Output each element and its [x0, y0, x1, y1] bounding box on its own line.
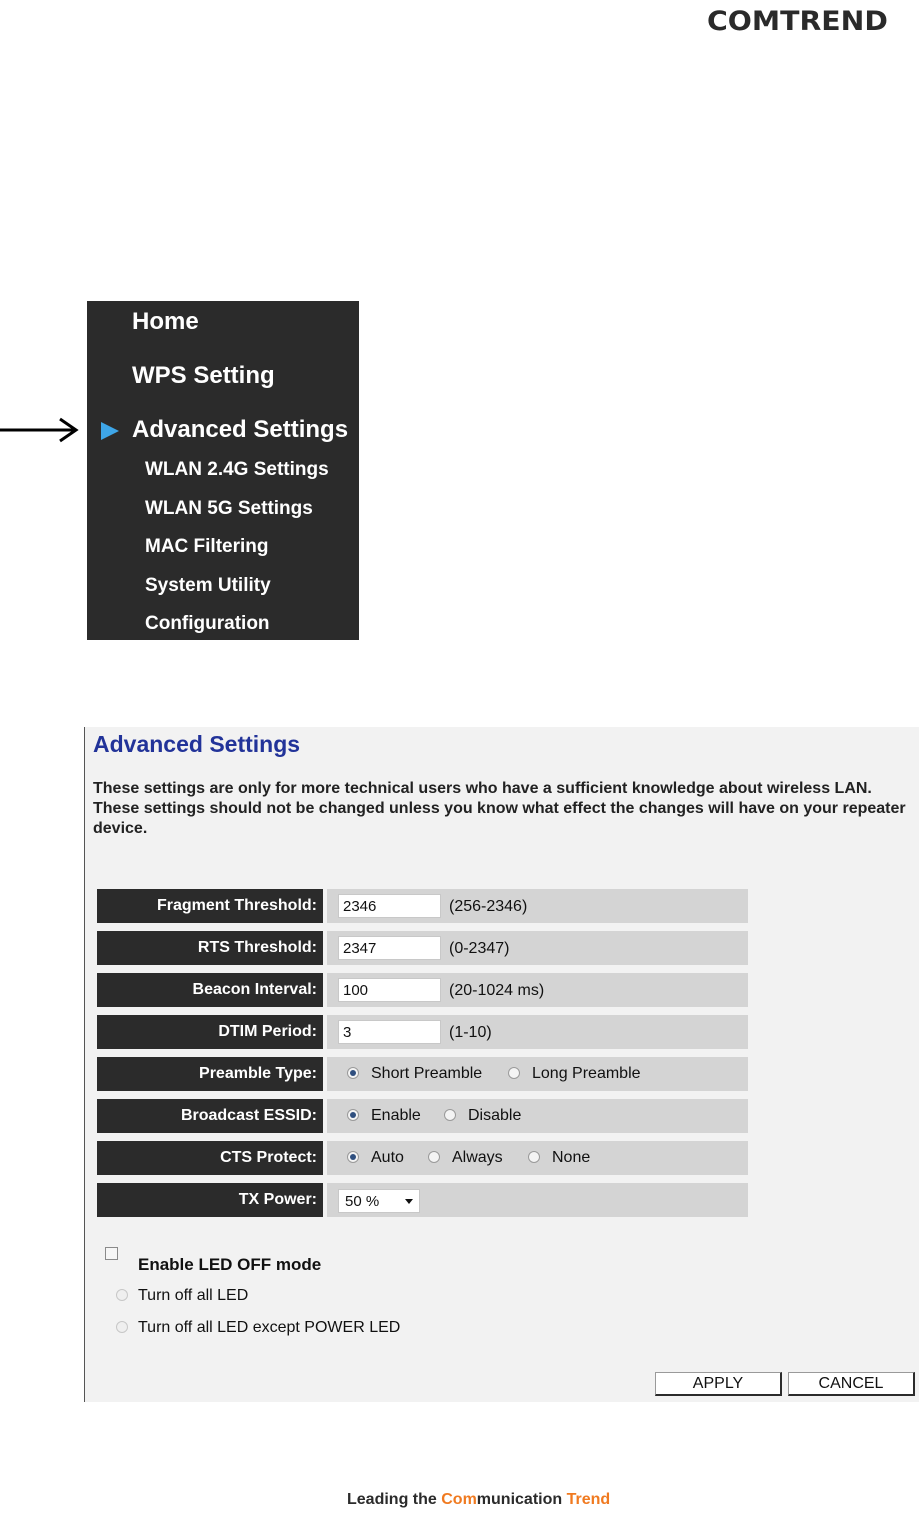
- tx-power-value: 50 %: [345, 1193, 380, 1210]
- fragment-threshold-row: Fragment Threshold: (256-2346): [97, 889, 748, 923]
- beacon-interval-input[interactable]: [338, 978, 441, 1002]
- rts-threshold-range: (0-2347): [449, 940, 510, 957]
- turn-off-except-power-led-label: Turn off all LED except POWER LED: [138, 1319, 401, 1336]
- sidebar-item-configuration[interactable]: Configuration: [145, 613, 270, 635]
- dtim-period-range: (1-10): [449, 1024, 492, 1041]
- beacon-interval-range: (20-1024 ms): [449, 982, 545, 999]
- cancel-button[interactable]: CANCEL: [788, 1372, 915, 1396]
- apply-button[interactable]: APPLY: [655, 1372, 782, 1396]
- fragment-threshold-range: (256-2346): [449, 898, 528, 915]
- cts-protect-row: CTS Protect: Auto Always None: [97, 1141, 748, 1175]
- fragment-threshold-input[interactable]: [338, 894, 441, 918]
- fragment-threshold-label: Fragment Threshold:: [97, 889, 323, 923]
- cts-auto-label: Auto: [371, 1149, 404, 1166]
- turn-off-all-led-radio[interactable]: [116, 1289, 128, 1301]
- tx-power-row: TX Power: 50 %: [97, 1183, 748, 1217]
- turn-off-all-led-label: Turn off all LED: [138, 1287, 249, 1304]
- beacon-interval-label: Beacon Interval:: [97, 973, 323, 1007]
- chevron-down-icon: [405, 1199, 413, 1204]
- sidebar-item-wlan-5g-settings[interactable]: WLAN 5G Settings: [145, 498, 313, 520]
- dtim-period-input[interactable]: [338, 1020, 441, 1044]
- dtim-period-label: DTIM Period:: [97, 1015, 323, 1049]
- long-preamble-radio[interactable]: [508, 1067, 520, 1079]
- beacon-interval-row: Beacon Interval: (20-1024 ms): [97, 973, 748, 1007]
- page-description: These settings are only for more technic…: [93, 780, 906, 837]
- dtim-period-row: DTIM Period: (1-10): [97, 1015, 748, 1049]
- turn-off-except-power-led-radio[interactable]: [116, 1321, 128, 1333]
- essid-enable-radio[interactable]: [347, 1109, 359, 1121]
- essid-disable-radio[interactable]: [444, 1109, 456, 1121]
- broadcast-essid-label: Broadcast ESSID:: [97, 1099, 323, 1133]
- preamble-type-row: Preamble Type: Short Preamble Long Pream…: [97, 1057, 748, 1091]
- sidebar-item-system-utility[interactable]: System Utility: [145, 575, 271, 597]
- comtrend-logo: COMTREND: [707, 6, 888, 37]
- rts-threshold-input[interactable]: [338, 936, 441, 960]
- essid-enable-label: Enable: [371, 1107, 421, 1124]
- cts-none-label: None: [552, 1149, 591, 1166]
- active-item-triangle-icon: [101, 422, 119, 440]
- cts-protect-label: CTS Protect:: [97, 1141, 323, 1175]
- sidebar-item-wlan-24g-settings[interactable]: WLAN 2.4G Settings: [145, 459, 329, 481]
- page-title: Advanced Settings: [93, 731, 301, 757]
- rts-threshold-label: RTS Threshold:: [97, 931, 323, 965]
- pointer-arrow-icon: [0, 417, 79, 443]
- cts-none-radio[interactable]: [528, 1151, 540, 1163]
- advanced-settings-panel: Advanced Settings These settings are onl…: [84, 727, 919, 1402]
- sidebar-item-advanced-settings[interactable]: Advanced Settings: [132, 416, 348, 444]
- long-preamble-label: Long Preamble: [532, 1065, 641, 1082]
- cts-auto-radio[interactable]: [347, 1151, 359, 1163]
- sidebar-menu: Home WPS Setting Advanced Settings WLAN …: [87, 301, 359, 640]
- short-preamble-radio[interactable]: [347, 1067, 359, 1079]
- cts-always-radio[interactable]: [428, 1151, 440, 1163]
- sidebar-item-mac-filtering[interactable]: MAC Filtering: [145, 536, 269, 558]
- essid-disable-label: Disable: [468, 1107, 522, 1124]
- led-off-mode-label: Enable LED OFF mode: [138, 1255, 322, 1274]
- cts-always-label: Always: [452, 1149, 503, 1166]
- footer-tagline: Leading the Communication Trend: [347, 1491, 611, 1508]
- sidebar-item-home[interactable]: Home: [132, 308, 199, 336]
- rts-threshold-row: RTS Threshold: (0-2347): [97, 931, 748, 965]
- short-preamble-label: Short Preamble: [371, 1065, 483, 1082]
- tx-power-label: TX Power:: [97, 1183, 323, 1217]
- broadcast-essid-row: Broadcast ESSID: Enable Disable: [97, 1099, 748, 1133]
- led-off-mode-checkbox[interactable]: [105, 1247, 118, 1260]
- tx-power-select[interactable]: 50 %: [338, 1189, 420, 1213]
- sidebar-item-wps-setting[interactable]: WPS Setting: [132, 362, 275, 390]
- preamble-type-label: Preamble Type:: [97, 1057, 323, 1091]
